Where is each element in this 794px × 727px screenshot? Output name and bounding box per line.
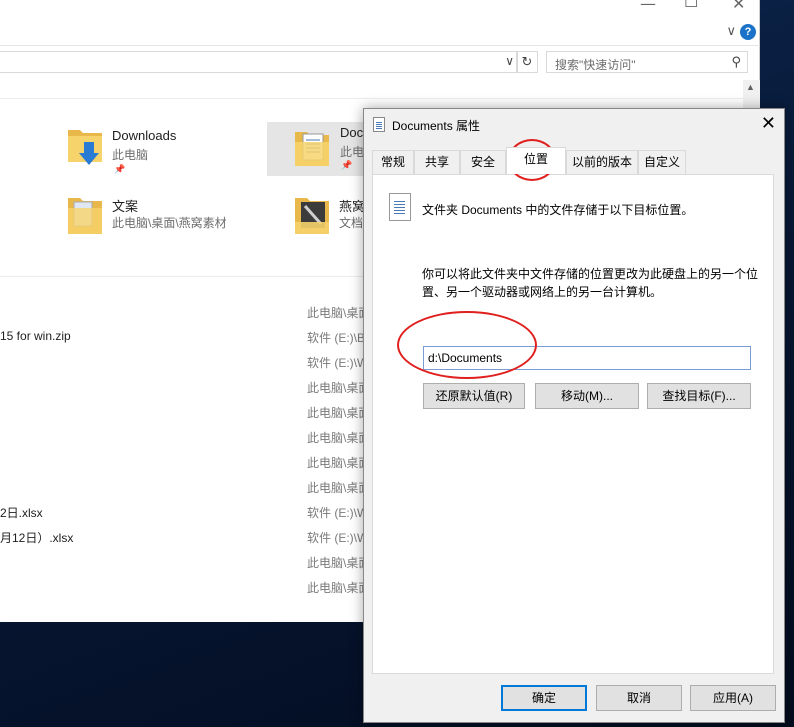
search-icon: ⚲ [731, 54, 741, 69]
quick-access-item-wenan[interactable]: 文案 此电脑\桌面\燕窝素材 [66, 192, 246, 240]
image-folder-icon [295, 198, 329, 234]
recent-file-path: 软件 (E:)\W [307, 531, 365, 545]
ribbon-collapsed-row: ∨ ? [0, 20, 760, 46]
quick-access-title: Doc [340, 125, 364, 140]
close-icon[interactable]: ✕ [732, 0, 745, 13]
document-folder-icon [389, 193, 411, 221]
recent-file-path: 软件 (E:)\W [307, 356, 365, 370]
maximize-icon[interactable]: ☐ [684, 0, 698, 11]
recent-file-name[interactable]: 2日.xlsx [0, 504, 43, 521]
annotation-circle-path-field [397, 311, 537, 379]
image-folder-icon [68, 198, 102, 234]
quick-access-title: 文案 [112, 199, 139, 214]
expand-ribbon-chevron-icon[interactable]: ∨ [726, 23, 736, 39]
quick-access-location: 此电 [340, 145, 365, 159]
location-tab-panel: 文件夹 Documents 中的文件存储于以下目标位置。 你可以将此文件夹中文件… [372, 174, 774, 674]
tab-location[interactable]: 位置 [506, 147, 566, 174]
minimize-icon[interactable]: — [640, 0, 656, 13]
recent-file-path: 软件 (E:)\W [307, 506, 365, 520]
location-heading: 文件夹 Documents 中的文件存储于以下目标位置。 [422, 203, 694, 217]
recent-file-name[interactable]: 月12日）.xlsx [0, 529, 73, 546]
move-button[interactable]: 移动(M)... [535, 383, 639, 409]
find-target-button[interactable]: 查找目标(F)... [647, 383, 751, 409]
quick-access-location: 此电脑 [112, 148, 149, 162]
tab-general[interactable]: 常规 [372, 150, 414, 174]
tab-sharing[interactable]: 共享 [414, 150, 460, 174]
apply-button[interactable]: 应用(A) [690, 685, 776, 711]
dialog-title: Documents 属性 [392, 119, 481, 133]
document-icon [373, 117, 385, 132]
documents-folder-icon [295, 132, 329, 166]
recent-file-path: 此电脑\桌面 [307, 406, 365, 420]
downloads-folder-icon [68, 130, 102, 165]
address-history-chevron-icon[interactable]: ∨ [505, 54, 514, 68]
quick-access-location: 此电脑\桌面\燕窝素材 [112, 216, 227, 230]
pin-icon: 📌 [114, 164, 126, 174]
recent-file-path: 此电脑\桌面 [307, 556, 365, 570]
ok-button[interactable]: 确定 [501, 685, 587, 711]
quick-access-item-documents[interactable]: Doc 此电 📌 [267, 122, 367, 176]
restore-default-button[interactable]: 还原默认值(R) [423, 383, 525, 409]
recent-file-name[interactable]: 15 for win.zip [0, 329, 71, 343]
refresh-button[interactable]: ↻ [516, 51, 538, 73]
cancel-button[interactable]: 取消 [596, 685, 682, 711]
search-input[interactable]: 搜索"快速访问" ⚲ [546, 51, 748, 73]
tab-previous-versions[interactable]: 以前的版本 [566, 150, 638, 174]
location-description: 你可以将此文件夹中文件存储的位置更改为此硬盘上的另一个位置、另一个驱动器或网络上… [422, 267, 759, 299]
content-divider [0, 98, 745, 99]
quick-access-title: 燕窝 [339, 199, 366, 214]
help-icon[interactable]: ? [740, 24, 756, 40]
search-placeholder: 搜索"快速访问" [555, 58, 636, 72]
recent-file-path: 此电脑\桌面 [307, 431, 365, 445]
pin-icon: 📌 [341, 160, 353, 170]
scroll-up-arrow-icon[interactable]: ▲ [746, 82, 755, 92]
address-bar[interactable]: ∨ [0, 51, 518, 73]
recent-file-path: 此电脑\桌面 [307, 456, 365, 470]
tab-security[interactable]: 安全 [460, 150, 506, 174]
recent-file-path: 此电脑\桌面 [307, 481, 365, 495]
quick-access-title: Downloads [112, 128, 177, 143]
recent-file-path: 软件 (E:)\B [307, 331, 365, 345]
quick-access-location: 文档 [339, 216, 364, 230]
quick-access-item-downloads[interactable]: Downloads 此电脑 📌 [66, 124, 246, 174]
dialog-close-icon[interactable]: ✕ [761, 113, 776, 134]
tab-customize[interactable]: 自定义 [638, 150, 686, 174]
documents-properties-dialog: Documents 属性 ✕ 常规 共享 安全 位置 以前的版本 自定义 文件夹… [363, 108, 785, 723]
recent-file-path: 此电脑\桌面 [307, 581, 365, 595]
recent-file-path: 此电脑\桌面 [307, 381, 365, 395]
quick-access-item-yanwo[interactable]: 燕窝 文档 [293, 192, 373, 240]
recent-file-path: 此电脑\桌面 [307, 306, 365, 320]
